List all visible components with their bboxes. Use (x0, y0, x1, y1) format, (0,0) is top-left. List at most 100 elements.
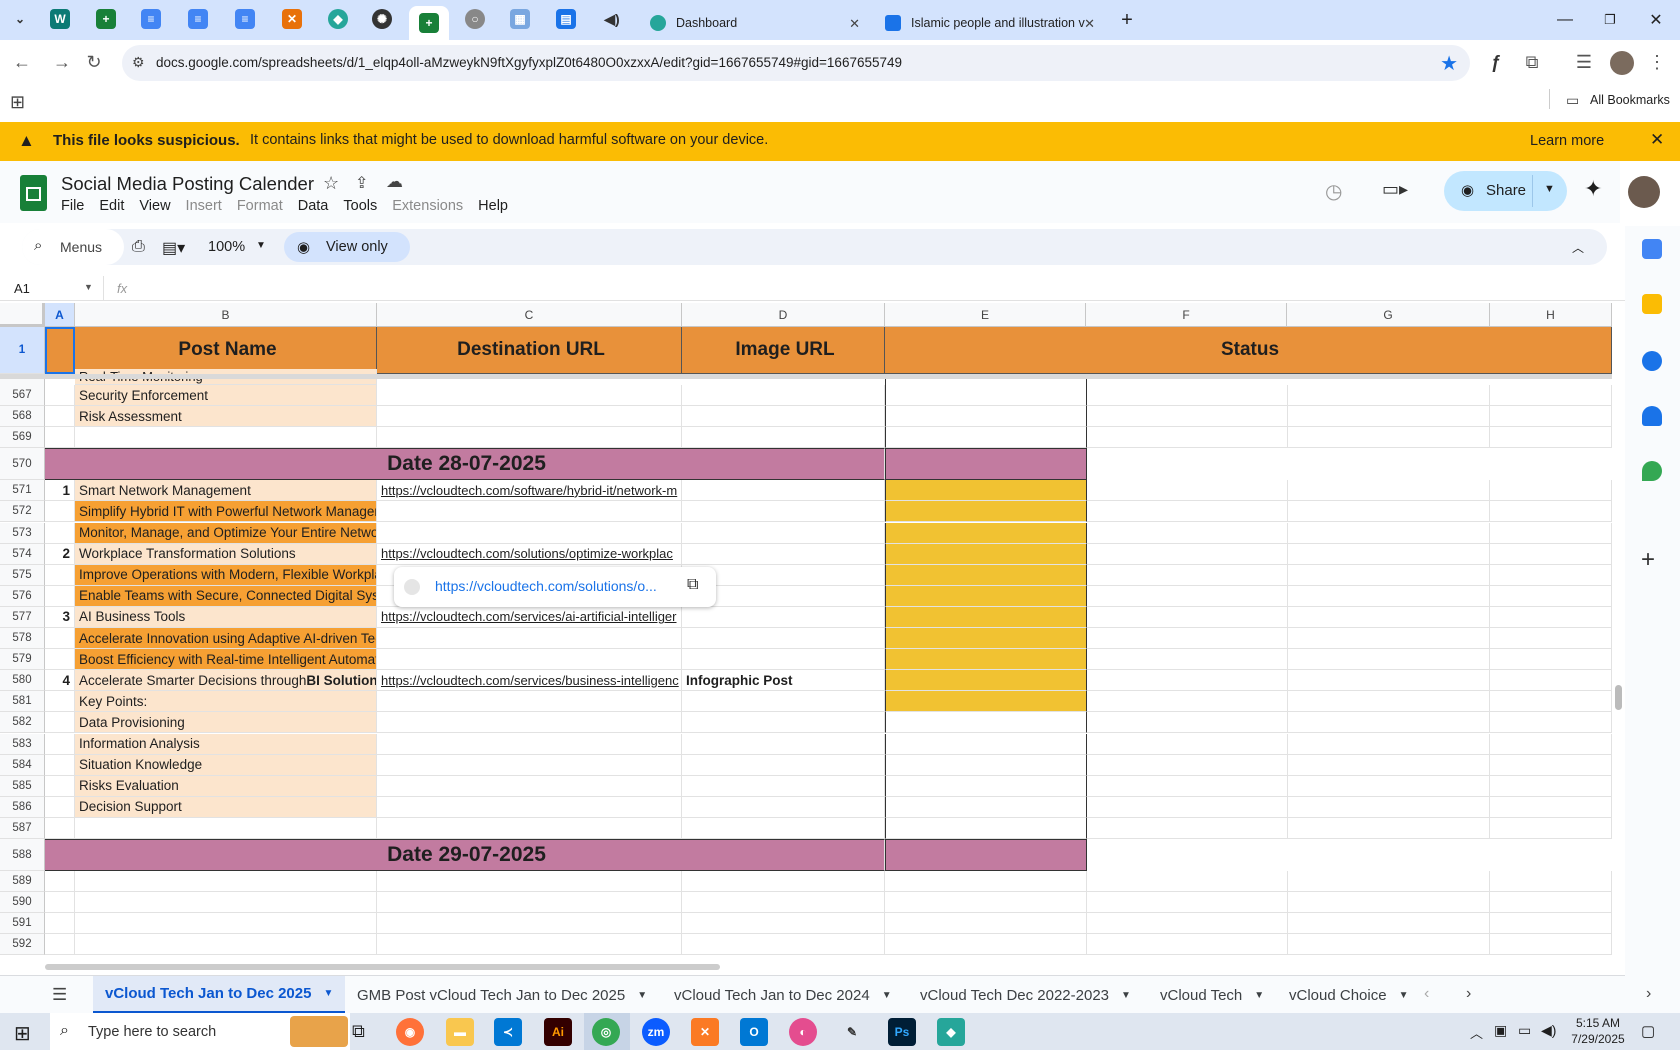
status-cell[interactable] (885, 585, 1087, 607)
grid-tab-icon[interactable]: ▦ (510, 9, 530, 29)
status-cell[interactable] (885, 733, 1087, 755)
zoom-chevron-icon[interactable]: ▼ (256, 240, 266, 251)
scroll-tabs-right-icon[interactable]: › (1466, 985, 1471, 1003)
learn-more-link[interactable]: Learn more (1530, 133, 1604, 149)
row-header[interactable]: 570 (0, 448, 45, 481)
keep-icon[interactable] (1642, 294, 1662, 314)
status-cell[interactable] (885, 628, 1087, 650)
sheet-tab-gmb-2025[interactable]: GMB Post vCloud Tech Jan to Dec 2025 ▼ (345, 976, 659, 1014)
tab-search-icon[interactable]: ⌄ (10, 9, 30, 29)
zoom-select[interactable]: 100% (208, 239, 245, 255)
row-header[interactable]: 575 (0, 564, 45, 586)
docs-tab-icon[interactable]: ≡ (235, 9, 255, 29)
back-icon[interactable]: ← (10, 52, 34, 73)
copy-link-icon[interactable]: ⧉ (687, 576, 698, 594)
column-header-e[interactable]: E (885, 303, 1086, 327)
status-cell[interactable] (885, 501, 1087, 523)
row-header[interactable]: 584 (0, 754, 45, 776)
row-header[interactable]: 574 (0, 543, 45, 565)
meet-icon[interactable]: ▭▸ (1382, 179, 1408, 200)
media-icon[interactable]: ☰ (1572, 52, 1596, 73)
chevron-down-icon[interactable]: ▼ (1544, 183, 1555, 195)
column-header-c[interactable]: C (377, 303, 682, 327)
move-icon[interactable]: ⇪ (355, 173, 368, 193)
tray-app-icon[interactable]: ▣ (1494, 1022, 1507, 1039)
chevron-down-icon[interactable]: ▼ (1121, 990, 1131, 1001)
name-box-chevron-icon[interactable]: ▼ (84, 282, 93, 292)
outlook-icon[interactable]: O (740, 1018, 768, 1046)
link-preview-url[interactable]: https://vcloudtech.com/solutions/o... (435, 578, 657, 594)
vertical-scroll-thumb[interactable] (1615, 685, 1622, 710)
status-cell[interactable] (885, 691, 1087, 713)
column-header-a[interactable]: A (45, 303, 75, 327)
status-cell[interactable] (885, 543, 1087, 565)
menu-extensions[interactable]: Extensions (392, 198, 463, 214)
site-info-icon[interactable]: ⚙ (132, 54, 145, 71)
taskbar-search[interactable]: ⌕ Type here to search (50, 1013, 350, 1050)
add-addon-icon[interactable]: + (1641, 546, 1655, 574)
menu-tools[interactable]: Tools (343, 198, 377, 214)
view-only-button[interactable]: ◉ View only (284, 232, 410, 262)
share-button[interactable]: ◉ Share ▼ (1444, 171, 1567, 211)
row-header[interactable]: 592 (0, 934, 45, 955)
menu-help[interactable]: Help (478, 198, 508, 214)
network-icon[interactable]: ▭ (1518, 1022, 1531, 1039)
name-box[interactable]: A1 (14, 281, 30, 296)
globe-tab-icon[interactable]: ○ (465, 9, 485, 29)
zoom-icon[interactable]: zm (642, 1018, 670, 1046)
status-cell[interactable] (885, 385, 1087, 407)
calendar-icon[interactable] (1642, 239, 1662, 259)
openai-tab-icon[interactable]: ✺ (372, 9, 392, 29)
column-header-b[interactable]: B (75, 303, 377, 327)
all-bookmarks[interactable]: All Bookmarks (1590, 93, 1670, 107)
sheets-tab-icon[interactable]: + (96, 9, 116, 29)
xampp-tab-icon[interactable]: ✕ (282, 9, 302, 29)
status-cell[interactable] (885, 606, 1087, 628)
column-header-g[interactable]: G (1287, 303, 1490, 327)
column-header-h[interactable]: H (1490, 303, 1612, 327)
pen-tool-icon[interactable]: ✎ (838, 1018, 866, 1046)
destination-url-cell[interactable]: https://vcloudtech.com/software/hybrid-i… (377, 480, 682, 502)
destination-url-cell[interactable]: https://vcloudtech.com/services/ai-artif… (377, 606, 682, 628)
status-cell[interactable] (885, 712, 1087, 734)
status-cell[interactable] (885, 522, 1087, 544)
vscode-icon[interactable]: ≺ (494, 1018, 522, 1046)
apps-grid-icon[interactable]: ⊞ (10, 92, 25, 113)
menu-view[interactable]: View (139, 198, 170, 214)
windows-start-icon[interactable]: ⊞ (14, 1021, 31, 1046)
minimize-icon[interactable]: — (1545, 8, 1585, 32)
status-cell[interactable] (885, 796, 1087, 818)
row-header[interactable]: 591 (0, 913, 45, 935)
reload-icon[interactable]: ↻ (82, 52, 106, 73)
row-header[interactable]: 576 (0, 585, 45, 607)
wordpress-tab-icon[interactable]: W (50, 9, 70, 29)
status-cell[interactable] (885, 775, 1087, 797)
select-icon[interactable]: ▤▾ (162, 238, 185, 258)
row-header[interactable]: 571 (0, 480, 45, 502)
gemini-icon[interactable]: ✦ (1584, 176, 1602, 202)
status-cell[interactable] (885, 817, 1087, 839)
omnibox[interactable]: ⚙ docs.google.com/spreadsheets/d/1_elqp4… (122, 45, 1470, 81)
sheet-tab-vcloud-2025[interactable]: vCloud Tech Jan to Dec 2025 ▼ (93, 976, 346, 1014)
file-explorer-icon[interactable]: ▬ (446, 1018, 474, 1046)
new-tab-icon[interactable]: + (1107, 8, 1147, 32)
status-cell[interactable] (885, 649, 1087, 671)
forward-icon[interactable]: → (50, 52, 74, 73)
status-cell[interactable] (885, 754, 1087, 776)
status-cell[interactable] (885, 871, 1087, 893)
app-icon[interactable]: ◆ (937, 1018, 965, 1046)
status-cell[interactable] (885, 670, 1087, 692)
destination-url-cell[interactable]: https://vcloudtech.com/services/business… (377, 670, 682, 692)
chevron-down-icon[interactable]: ▼ (637, 990, 647, 1001)
menu-edit[interactable]: Edit (99, 198, 124, 214)
task-view-icon[interactable]: ⧉ (352, 1021, 365, 1042)
row-header[interactable]: 589 (0, 871, 45, 893)
docs-tab-icon[interactable]: ≡ (188, 9, 208, 29)
row-header[interactable]: 1 (0, 327, 45, 374)
creative-cloud-icon[interactable]: ◐ (789, 1018, 817, 1046)
scroll-tabs-left-icon[interactable]: ‹ (1424, 985, 1429, 1003)
firefox-icon[interactable]: ◉ (396, 1018, 424, 1046)
cloud-status-icon[interactable]: ☁ (386, 172, 403, 192)
status-cell[interactable] (885, 564, 1087, 586)
print-icon[interactable]: ⎙ (132, 238, 145, 256)
